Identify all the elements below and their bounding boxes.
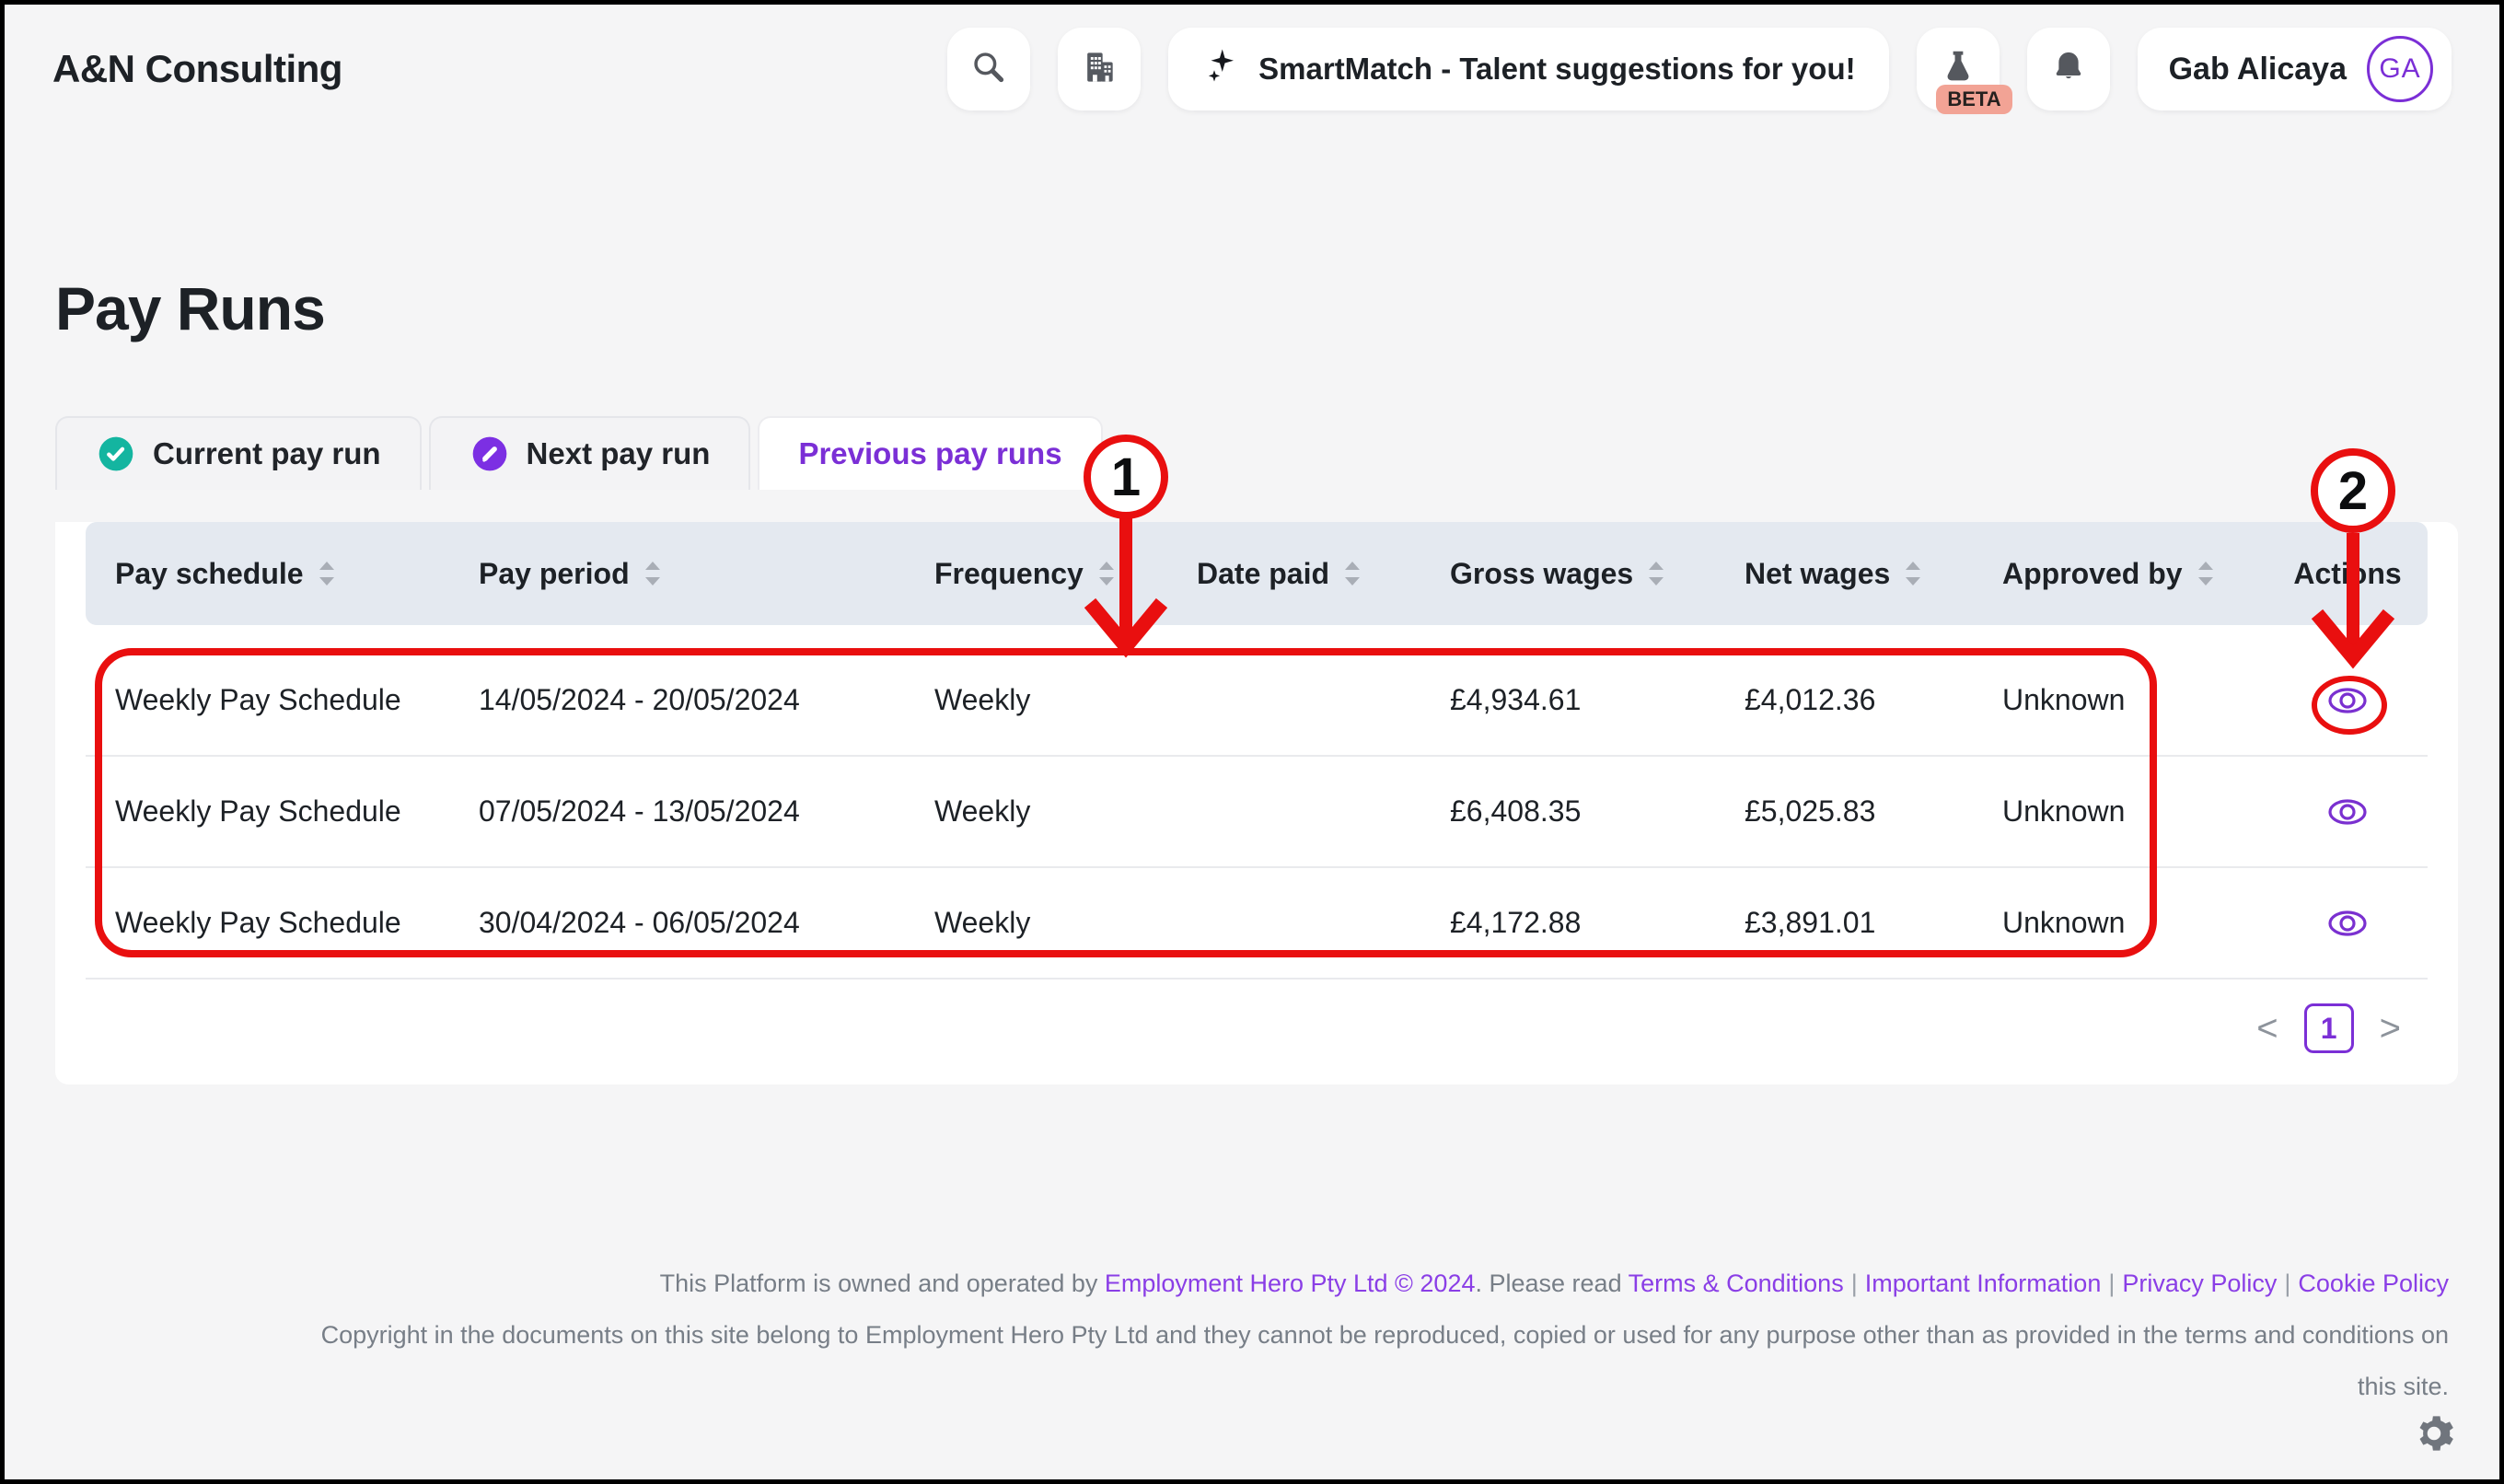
payroll-app-screen: A&N Consulting (0, 0, 2504, 1484)
column-header-actions: Actions (2278, 557, 2417, 591)
frequency-cell: Weekly (934, 906, 1197, 940)
smartmatch-label: SmartMatch - Talent suggestions for you! (1258, 52, 1855, 87)
gross-wages-cell: £4,934.61 (1450, 683, 1745, 717)
approved-by-cell: Unknown (2002, 683, 2278, 717)
important-information-link[interactable]: Important Information (1865, 1270, 2102, 1297)
cookie-policy-link[interactable]: Cookie Policy (2298, 1270, 2449, 1297)
column-header-frequency[interactable]: Frequency (934, 557, 1197, 591)
column-header-pay-period[interactable]: Pay period (479, 557, 934, 591)
view-pay-run-button[interactable] (2326, 685, 2369, 716)
top-bar: A&N Consulting (5, 5, 2499, 117)
organisation-button[interactable] (1058, 28, 1141, 110)
gross-wages-cell: £4,172.88 (1450, 906, 1745, 940)
page-title: Pay Runs (55, 270, 2499, 348)
column-header-date-paid[interactable]: Date paid (1197, 557, 1450, 591)
pay-period-cell: 07/05/2024 - 13/05/2024 (479, 794, 934, 829)
eye-icon (2326, 705, 2369, 719)
beta-badge: BETA (1936, 85, 2011, 114)
pay-schedule-cell: Weekly Pay Schedule (115, 794, 479, 829)
frequency-cell: Weekly (934, 683, 1197, 717)
tab-label: Current pay run (153, 436, 381, 471)
gross-wages-cell: £6,408.35 (1450, 794, 1745, 829)
sort-icon[interactable] (1096, 560, 1117, 587)
top-actions: SmartMatch - Talent suggestions for you!… (947, 28, 2452, 110)
sparkle-icon (1201, 46, 1240, 92)
footer-line-3: this site. (5, 1361, 2449, 1412)
net-wages-cell: £4,012.36 (1745, 683, 2002, 717)
company-name: A&N Consulting (52, 47, 342, 91)
tab-label: Next pay run (527, 436, 711, 471)
search-icon (968, 47, 1009, 92)
tab-label: Previous pay runs (798, 436, 1061, 471)
current-page-button[interactable]: 1 (2304, 1003, 2354, 1053)
eye-icon (2326, 817, 2369, 830)
pay-period-cell: 14/05/2024 - 20/05/2024 (479, 683, 934, 717)
sort-icon[interactable] (643, 560, 663, 587)
check-circle-icon (96, 434, 136, 474)
column-header-gross-wages[interactable]: Gross wages (1450, 557, 1745, 591)
approved-by-cell: Unknown (2002, 794, 2278, 829)
column-header-approved-by[interactable]: Approved by (2002, 557, 2278, 591)
search-button[interactable] (947, 28, 1030, 110)
pay-runs-card: Pay schedule Pay period Frequency Date p… (55, 522, 2458, 1084)
table-row: Weekly Pay Schedule 07/05/2024 - 13/05/2… (86, 757, 2428, 868)
sort-icon[interactable] (1646, 560, 1666, 587)
user-name: Gab Alicaya (2169, 52, 2347, 87)
sort-icon[interactable] (1903, 560, 1923, 587)
view-pay-run-button[interactable] (2326, 908, 2369, 939)
next-page-button[interactable]: > (2380, 1008, 2401, 1049)
view-pay-run-button[interactable] (2326, 796, 2369, 828)
footer: This Platform is owned and operated by E… (5, 1258, 2499, 1412)
gear-icon (2413, 1443, 2455, 1458)
sort-icon[interactable] (1342, 560, 1362, 587)
pagination: < 1 > (55, 1003, 2401, 1053)
beta-labs-button[interactable]: BETA (1917, 28, 2000, 110)
net-wages-cell: £3,891.01 (1745, 906, 2002, 940)
footer-line-1: This Platform is owned and operated by E… (5, 1258, 2449, 1309)
avatar: GA (2367, 36, 2433, 102)
tab-next-pay-run[interactable]: Next pay run (429, 416, 751, 490)
table-body: Weekly Pay Schedule 14/05/2024 - 20/05/2… (55, 645, 2458, 980)
tab-current-pay-run[interactable]: Current pay run (55, 416, 422, 490)
terms-conditions-link[interactable]: Terms & Conditions (1629, 1270, 1844, 1297)
privacy-policy-link[interactable]: Privacy Policy (2122, 1270, 2277, 1297)
pay-schedule-cell: Weekly Pay Schedule (115, 683, 479, 717)
bell-icon (2048, 47, 2089, 92)
table-header-row: Pay schedule Pay period Frequency Date p… (86, 522, 2428, 625)
column-header-pay-schedule[interactable]: Pay schedule (115, 557, 479, 591)
employment-hero-link[interactable]: Employment Hero Pty Ltd © 2024 (1105, 1270, 1476, 1297)
pay-schedule-cell: Weekly Pay Schedule (115, 906, 479, 940)
user-menu-button[interactable]: Gab Alicaya GA (2138, 28, 2452, 110)
column-header-net-wages[interactable]: Net wages (1745, 557, 2002, 591)
table-row: Weekly Pay Schedule 30/04/2024 - 06/05/2… (86, 868, 2428, 980)
sort-icon[interactable] (2196, 560, 2216, 587)
notifications-button[interactable] (2027, 28, 2110, 110)
table-row: Weekly Pay Schedule 14/05/2024 - 20/05/2… (86, 645, 2428, 757)
pencil-circle-icon (470, 434, 510, 474)
smartmatch-banner-button[interactable]: SmartMatch - Talent suggestions for you! (1168, 28, 1888, 110)
sort-icon[interactable] (317, 560, 337, 587)
frequency-cell: Weekly (934, 794, 1197, 829)
building-icon (1079, 47, 1119, 92)
eye-icon (2326, 928, 2369, 942)
pay-run-tabs: Current pay run Next pay run Previous pa… (55, 416, 2499, 490)
settings-gear-button[interactable] (2413, 1412, 2455, 1459)
previous-page-button[interactable]: < (2256, 1008, 2278, 1049)
tab-previous-pay-runs[interactable]: Previous pay runs (758, 416, 1102, 490)
approved-by-cell: Unknown (2002, 906, 2278, 940)
pay-period-cell: 30/04/2024 - 06/05/2024 (479, 906, 934, 940)
net-wages-cell: £5,025.83 (1745, 794, 2002, 829)
footer-line-2: Copyright in the documents on this site … (5, 1309, 2449, 1361)
